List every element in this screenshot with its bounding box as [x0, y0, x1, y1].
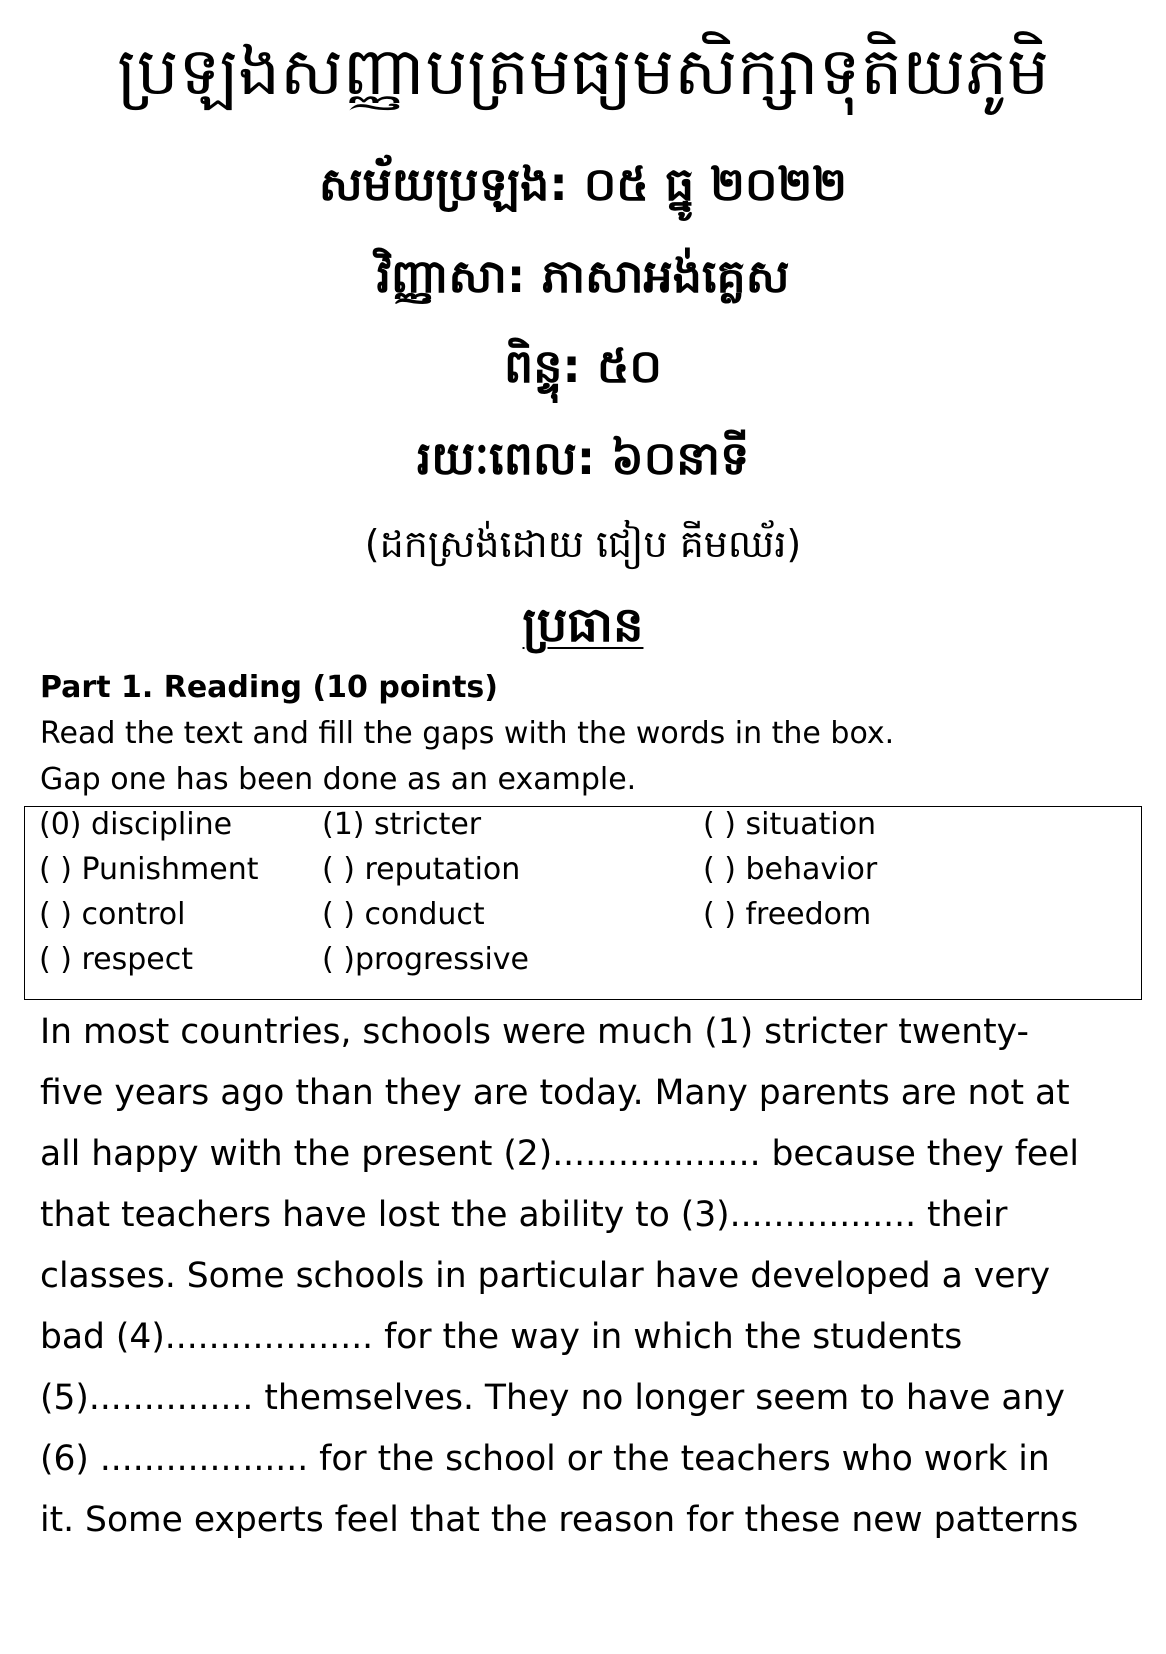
- passage-line: it. Some experts feel that the reason fo…: [40, 1500, 1079, 1540]
- word-box: (0) discipline (1) stricter ( ) situatio…: [24, 806, 1142, 1000]
- exam-duration: រយៈពេល: ៦០នាទី: [416, 431, 750, 485]
- part-title: Part 1. Reading (10 points): [40, 670, 498, 705]
- word-option: ( ) reputation: [322, 852, 521, 887]
- exam-title: ប្រឡងសញ្ញាបត្រមធ្យមសិក្សាទុតិយភូមិ: [117, 33, 1049, 110]
- exam-heading: ប្រធាន: [0, 594, 1166, 656]
- word-option: ( ) Punishment: [39, 852, 259, 887]
- instruction-line-2: Gap one has been done as an example.: [40, 762, 637, 797]
- word-option: ( ) situation: [703, 807, 877, 842]
- passage-line: classes. Some schools in particular have…: [40, 1256, 1051, 1296]
- instruction-line-1: Read the text and fill the gaps with the…: [40, 716, 895, 751]
- exam-heading-text: ប្រធាន: [522, 597, 644, 653]
- passage-line: five years ago than they are today. Many…: [40, 1073, 1070, 1113]
- word-option: ( ) freedom: [703, 897, 872, 932]
- exam-date: សម័យប្រឡង: ០៥ ធ្នូ ២០២២: [318, 157, 848, 211]
- passage-line: all happy with the present (2)..........…: [40, 1134, 1079, 1174]
- word-option: (1) stricter: [322, 807, 482, 842]
- passage-line: bad (4)................... for the way i…: [40, 1317, 963, 1357]
- word-option: ( ) behavior: [703, 852, 878, 887]
- passage-line: (5)............... themselves. They no l…: [40, 1378, 1065, 1418]
- passage-line: (6) ................... for the school o…: [40, 1439, 1050, 1479]
- word-option: ( ) conduct: [322, 897, 485, 932]
- exam-score: ពិន្ទុ: ៥០: [504, 339, 662, 393]
- word-option: ( ) respect: [39, 942, 193, 977]
- exam-author: (ដកស្រង់ដោយ ជៀប គីមឈ័រ): [364, 522, 802, 566]
- passage-line: In most countries, schools were much (1)…: [40, 1012, 1029, 1052]
- word-option: (0) discipline: [39, 807, 233, 842]
- word-option: ( )progressive: [322, 942, 529, 977]
- word-option: ( ) control: [39, 897, 186, 932]
- exam-subject: វិញ្ញាសា: ភាសាអង់គ្លេស: [376, 249, 790, 303]
- passage-line: that teachers have lost the ability to (…: [40, 1195, 1008, 1235]
